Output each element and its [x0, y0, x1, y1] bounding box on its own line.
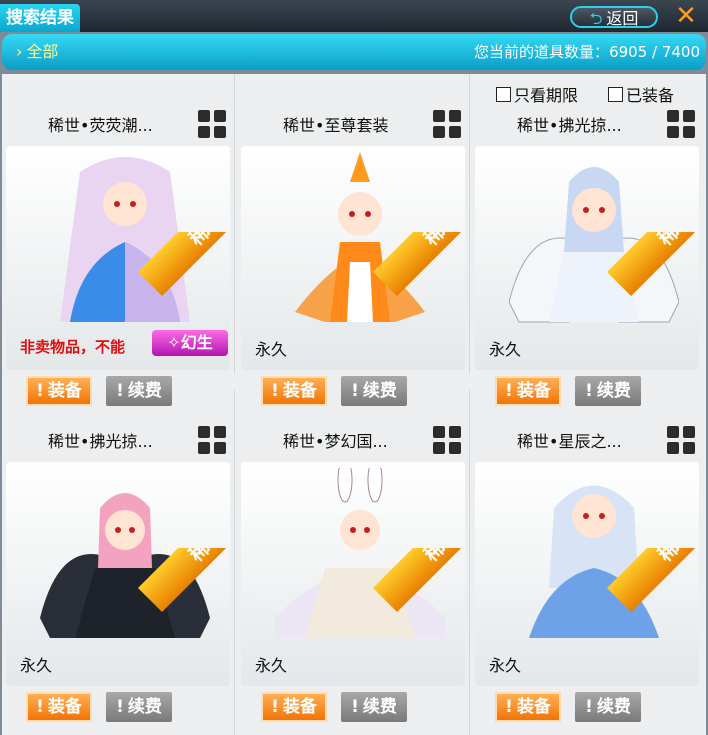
renew-label: 续费: [596, 697, 631, 717]
grid-view-icon[interactable]: [433, 426, 461, 454]
filter-all[interactable]: › 全部: [16, 34, 58, 70]
exclaim-icon: !: [116, 697, 124, 717]
return-arrow-icon: ⮌: [589, 9, 603, 28]
rare-badge: 稀世: [363, 232, 473, 328]
item-name: 稀世•星辰之...: [517, 432, 622, 451]
renew-label: 续费: [362, 697, 397, 717]
exclaim-icon: !: [505, 697, 513, 717]
equip-label: 装备: [516, 697, 551, 717]
reborn-label: 幻生: [180, 333, 213, 352]
item-preview[interactable]: 稀世 永久: [6, 462, 238, 686]
results-grid: 只看期限 已装备 稀世•荧荧潮... 稀世 非卖物品，不能 ✧幻生 !装备: [2, 74, 707, 735]
item-status: 非卖物品，不能: [20, 338, 126, 356]
item-name: 稀世•拂光掠...: [517, 116, 622, 135]
grid-view-icon[interactable]: [667, 110, 695, 138]
equip-label: 装备: [47, 697, 82, 717]
item-count-label: 您当前的道具数量：: [474, 43, 610, 61]
item-card[interactable]: 稀世•荧荧潮... 稀世 非卖物品，不能 ✧幻生 !装备 !续费: [2, 74, 238, 406]
exclaim-icon: !: [271, 697, 279, 717]
rare-badge: 稀世: [597, 548, 707, 644]
grid-view-icon[interactable]: [198, 426, 226, 454]
search-results-window: 搜索结果 ⮌ 返回 ✕ › 全部 您当前的道具数量：6905 / 7400 只看期限…: [0, 0, 708, 735]
item-status: 永久: [489, 340, 522, 359]
equip-button[interactable]: ! 装备: [26, 692, 92, 722]
item-count-value: 6905 / 7400: [609, 43, 700, 61]
back-label: 返回: [606, 9, 639, 28]
renew-label: 续费: [127, 697, 162, 717]
item-name: 稀世•梦幻国...: [283, 432, 388, 451]
exclaim-icon: !: [351, 697, 359, 717]
rare-badge: 稀世: [363, 548, 473, 644]
item-preview[interactable]: 稀世 永久: [241, 146, 473, 370]
exclaim-icon: !: [585, 697, 593, 717]
item-card[interactable]: 稀世•梦幻国... 稀世 永久 !装备 !续费: [237, 390, 473, 735]
window-title: 搜索结果: [0, 4, 80, 32]
rare-badge: 稀世: [128, 232, 238, 328]
sparkle-icon: ✧: [167, 333, 181, 352]
grid-view-icon[interactable]: [198, 110, 226, 138]
rare-badge: 稀世: [128, 548, 238, 644]
item-preview[interactable]: 稀世 永久: [241, 462, 473, 686]
chevron-right-icon: ›: [16, 42, 23, 61]
equip-button[interactable]: ! 装备: [261, 692, 327, 722]
equip-button[interactable]: ! 装备: [495, 692, 561, 722]
filter-all-label: 全部: [26, 42, 59, 61]
rare-badge: 稀世: [597, 232, 707, 328]
item-card[interactable]: 稀世•至尊套装 稀世 永久 !装备 !续费: [237, 74, 473, 406]
renew-button[interactable]: ! 续费: [575, 692, 641, 722]
item-preview[interactable]: 稀世 永久: [475, 146, 707, 370]
item-count: 您当前的道具数量：6905 / 7400: [474, 34, 700, 70]
item-status: 永久: [489, 656, 522, 675]
equip-label: 装备: [282, 697, 317, 717]
exclaim-icon: !: [36, 697, 44, 717]
item-name: 稀世•荧荧潮...: [48, 116, 153, 135]
item-card[interactable]: 稀世•星辰之... 稀世 永久 !装备 !续费: [471, 390, 707, 735]
renew-button[interactable]: ! 续费: [341, 692, 407, 722]
close-icon[interactable]: ✕: [672, 2, 700, 30]
item-preview[interactable]: 稀世 永久: [475, 462, 707, 686]
filter-bar: › 全部 您当前的道具数量：6905 / 7400: [2, 34, 706, 70]
item-name: 稀世•至尊套装: [283, 116, 389, 135]
item-status: 永久: [20, 656, 53, 675]
item-status: 永久: [255, 656, 288, 675]
item-card[interactable]: 稀世•拂光掠... 稀世 永久 !装备 !续费: [2, 390, 238, 735]
grid-view-icon[interactable]: [433, 110, 461, 138]
item-status: 永久: [255, 340, 288, 359]
item-card[interactable]: 稀世•拂光掠... 稀世 永久 !装备 !续费: [471, 74, 707, 406]
item-name: 稀世•拂光掠...: [48, 432, 153, 451]
title-bar: 搜索结果 ⮌ 返回 ✕: [0, 0, 708, 32]
grid-view-icon[interactable]: [667, 426, 695, 454]
renew-button[interactable]: ! 续费: [106, 692, 172, 722]
reborn-badge[interactable]: ✧幻生: [152, 330, 228, 356]
back-button[interactable]: ⮌ 返回: [570, 6, 658, 28]
